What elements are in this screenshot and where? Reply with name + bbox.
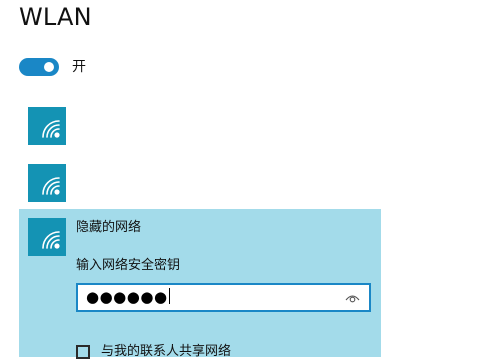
network-name: 隐藏的网络 <box>76 220 142 235</box>
page-title: WLAN <box>19 3 92 31</box>
network-item-2[interactable] <box>28 164 66 202</box>
wifi-signal-icon <box>42 120 60 138</box>
wifi-toggle-switch[interactable] <box>19 58 59 76</box>
text-caret <box>168 288 170 304</box>
toggle-knob <box>44 62 54 72</box>
hidden-network-tile <box>28 218 66 256</box>
wifi-toggle-row: 开 <box>19 57 86 77</box>
share-network-label: 与我的联系人共享网络 <box>101 344 232 359</box>
wifi-signal-icon <box>42 177 60 195</box>
password-value: ●●●●●● <box>86 288 170 306</box>
eye-icon[interactable] <box>345 292 360 304</box>
security-key-label: 输入网络安全密钥 <box>76 258 181 273</box>
security-key-input[interactable]: ●●●●●● <box>76 283 371 312</box>
hidden-network-panel: 隐藏的网络 输入网络安全密钥 ●●●●●● 与我的联系人共享网络 <box>19 209 381 360</box>
share-network-row: 与我的联系人共享网络 <box>76 344 231 360</box>
wifi-signal-icon <box>42 231 60 249</box>
wifi-toggle-label: 开 <box>72 59 86 75</box>
network-item-1[interactable] <box>28 107 66 145</box>
